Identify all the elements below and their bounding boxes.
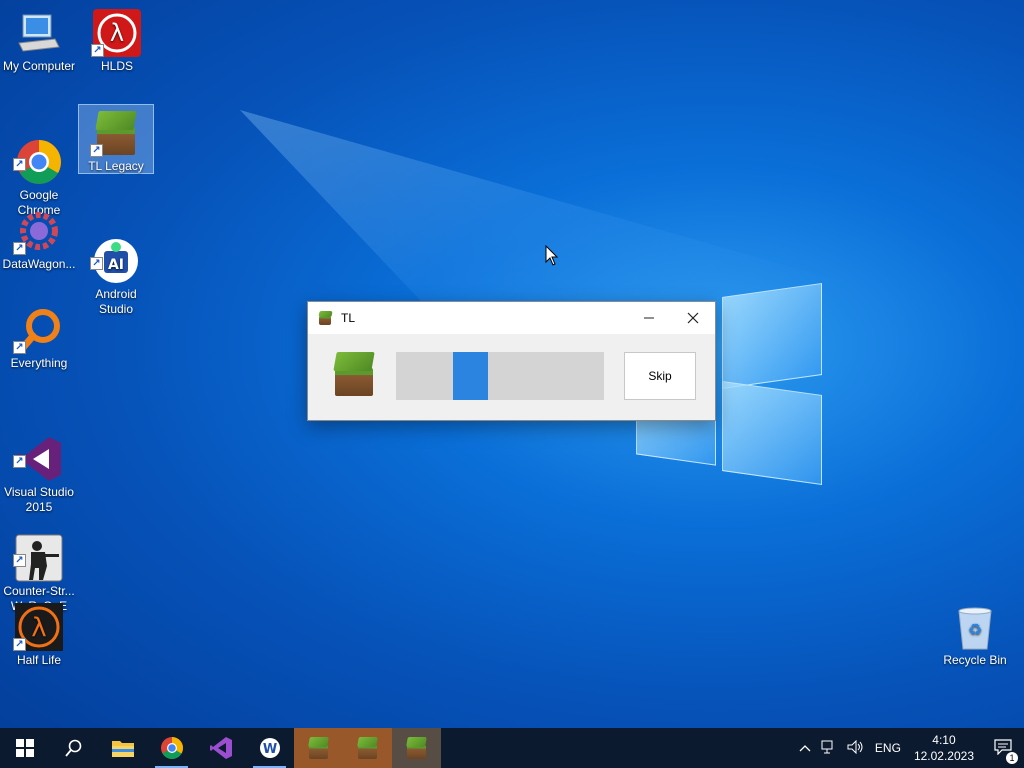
show-hidden-icons-chevron-icon[interactable] (794, 741, 816, 755)
half-life-lambda-icon: λ ↗ (91, 9, 141, 57)
minimize-icon (644, 317, 654, 319)
datawagon-gear-icon: ↗ (13, 207, 63, 255)
taskbar-tl-legacy-2[interactable] (343, 728, 392, 768)
start-icon (15, 739, 34, 757)
chrome-icon (160, 737, 183, 759)
grass-block-icon (330, 350, 378, 398)
shortcut-arrow-icon: ↗ (13, 554, 26, 567)
volume-icon[interactable] (842, 739, 870, 757)
search-icon (64, 739, 81, 757)
svg-text:♻: ♻ (968, 620, 982, 639)
counter-strike-soldier-icon: ↗ (13, 519, 63, 582)
tl-legacy-icon (356, 736, 380, 760)
desktop-icon-label: Recycle Bin (943, 653, 1007, 667)
minimize-button[interactable] (627, 302, 671, 334)
desktop-icon-datawagon[interactable]: ↗ DataWagon... (1, 203, 77, 272)
desktop-icon-tl-legacy[interactable]: ↗ TL Legacy (78, 104, 154, 174)
shortcut-arrow-icon: ↗ (13, 158, 26, 171)
taskbar: W ENG 4:10 12.02.2023 1 (0, 728, 1024, 768)
visual-studio-icon (209, 737, 232, 759)
skip-button[interactable]: Skip (624, 352, 696, 400)
desktop-icon-recycle-bin[interactable]: ♻ Recycle Bin (937, 599, 1013, 668)
search-button[interactable] (49, 728, 98, 768)
file-explorer-icon (111, 741, 134, 757)
desktop-icon-label: HLDS (100, 59, 133, 73)
clock[interactable]: 4:10 12.02.2023 (906, 732, 982, 764)
shortcut-arrow-icon: ↗ (90, 144, 103, 157)
close-icon (687, 312, 699, 324)
grass-block-icon: ↗ (90, 109, 140, 157)
wallpaper-light-beam (240, 110, 840, 490)
shortcut-arrow-icon: ↗ (13, 455, 26, 468)
desktop-icon-hlds[interactable]: λ ↗ HLDS (79, 5, 155, 74)
taskbar-tl-legacy-1[interactable] (294, 728, 343, 768)
taskbar-file-explorer[interactable] (98, 728, 147, 768)
shortcut-arrow-icon: ↗ (13, 341, 26, 354)
desktop-icon-label: Half Life (16, 653, 62, 667)
visual-studio-icon: ↗ (13, 420, 63, 481)
android-studio-icon: AI ↗ (90, 222, 140, 283)
svg-text:λ: λ (31, 613, 46, 643)
desktop-icon-label: DataWagon... (2, 257, 76, 271)
desktop-icon-visual-studio[interactable]: ↗ Visual Studio 2015 (1, 401, 77, 515)
action-center-button[interactable]: 1 (982, 738, 1024, 764)
window-titlebar[interactable]: TL (308, 302, 715, 334)
shortcut-arrow-icon: ↗ (90, 257, 103, 270)
desktop-icon-label: Everything (10, 356, 68, 370)
network-icon[interactable] (816, 740, 842, 757)
svg-text:λ: λ (110, 19, 124, 47)
desktop-icon-everything[interactable]: ↗ Everything (1, 302, 77, 371)
desktop-icon-android-studio[interactable]: AI ↗ Android Studio (78, 203, 154, 317)
grass-block-icon (317, 310, 333, 326)
computer-icon (15, 9, 63, 57)
start-button[interactable] (0, 728, 49, 768)
desktop-icon-label: TL Legacy (88, 159, 144, 173)
desktop-icon-label: My Computer (2, 59, 76, 73)
recycle-bin-icon: ♻ (951, 603, 999, 651)
mouse-cursor-icon (545, 245, 559, 266)
close-button[interactable] (671, 302, 715, 334)
tl-legacy-icon (307, 736, 331, 760)
desktop-icon-half-life[interactable]: λ ↗ Half Life (1, 599, 77, 668)
desktop-icon-label: Android Studio (95, 287, 137, 316)
taskbar-wagon-app[interactable]: W (245, 728, 294, 768)
notification-count-badge: 1 (1006, 751, 1018, 764)
desktop-icon-counter-strike[interactable]: ↗ Counter-Str... WaRzOnE (1, 500, 77, 614)
language-indicator[interactable]: ENG (870, 741, 906, 755)
shortcut-arrow-icon: ↗ (13, 242, 26, 255)
shortcut-arrow-icon: ↗ (91, 44, 104, 57)
tl-legacy-icon (405, 736, 429, 760)
clock-time: 4:10 (932, 733, 956, 747)
svg-text:W: W (262, 742, 276, 757)
shortcut-arrow-icon: ↗ (13, 638, 26, 651)
taskbar-visual-studio[interactable] (196, 728, 245, 768)
wagon-app-icon: W (259, 738, 280, 758)
desktop-icon-google-chrome[interactable]: ↗ Google Chrome (1, 104, 77, 218)
taskbar-tl-legacy-3[interactable] (392, 728, 441, 768)
svg-text:AI: AI (108, 257, 124, 273)
clock-date: 12.02.2023 (913, 749, 974, 763)
desktop-icon-my-computer[interactable]: My Computer (1, 5, 77, 74)
half-life-lambda-icon: λ ↗ (13, 603, 63, 651)
window-title: TL (341, 311, 356, 325)
magnifier-icon: ↗ (13, 306, 63, 354)
system-tray: ENG 4:10 12.02.2023 1 (794, 728, 1024, 768)
chrome-icon: ↗ (13, 123, 63, 184)
taskbar-chrome[interactable] (147, 728, 196, 768)
loading-progress-bar (396, 352, 604, 400)
progress-marquee-chunk (453, 352, 488, 400)
tl-loader-window: TL Skip (307, 301, 716, 421)
